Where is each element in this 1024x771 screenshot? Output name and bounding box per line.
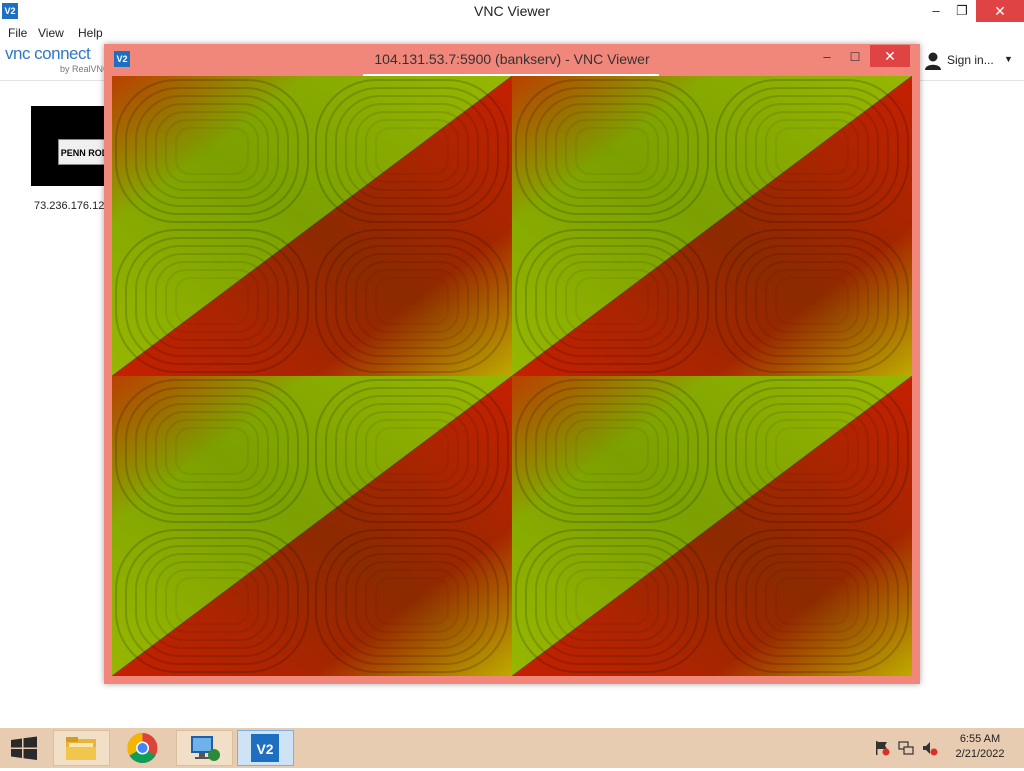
remote-desktop-canvas[interactable] — [112, 76, 912, 676]
address-book-label[interactable]: 73.236.176.12 — [34, 200, 104, 212]
session-window: 104.131.53.7:5900 (bankserv) - VNC Viewe… — [104, 44, 920, 684]
vnc-connect-logo-sub: by RealVNC — [60, 64, 110, 74]
remote-desktop-icon — [191, 736, 220, 761]
sign-in-label: Sign in... — [947, 53, 994, 67]
main-restore-button[interactable]: ❐ — [950, 0, 974, 22]
chevron-down-icon: ▼ — [1004, 54, 1013, 64]
taskbar-remote-desktop[interactable] — [176, 730, 233, 766]
menu-help[interactable]: Help — [78, 23, 103, 43]
action-center-flag-icon[interactable] — [874, 740, 890, 756]
taskbar-google-chrome[interactable] — [114, 730, 171, 766]
system-clock[interactable]: 6:55 AM 2/21/2022 — [948, 732, 1012, 762]
vnc-connect-logo: vnc connect — [5, 44, 91, 63]
windows-start-icon[interactable] — [0, 728, 48, 768]
folder-icon — [66, 737, 96, 760]
session-minimize-button[interactable]: – — [816, 46, 838, 68]
network-icon[interactable] — [898, 740, 914, 756]
volume-muted-icon[interactable] — [922, 740, 938, 756]
remote-screen-pattern — [112, 76, 912, 676]
taskbar: V2 6:55 AM 2/21/2022 — [0, 728, 1024, 768]
main-window-title: VNC Viewer — [474, 3, 550, 19]
menu-view[interactable]: View — [38, 23, 64, 43]
menu-file[interactable]: File — [8, 23, 27, 43]
main-titlebar: V2 VNC Viewer – ❐ ✕ — [0, 0, 1024, 23]
clock-date: 2/21/2022 — [955, 748, 1005, 760]
session-close-button[interactable]: ✕ — [870, 45, 910, 67]
session-maximize-button[interactable]: ☐ — [844, 46, 866, 68]
svg-text:V2: V2 — [256, 741, 273, 757]
main-close-button[interactable]: ✕ — [976, 0, 1024, 22]
main-minimize-button[interactable]: – — [922, 0, 950, 22]
vnc-viewer-icon: V2 — [251, 734, 279, 762]
taskbar-file-explorer[interactable] — [53, 730, 110, 766]
chrome-icon — [127, 733, 158, 764]
menu-bar: File View Help — [0, 23, 1024, 43]
session-window-title: 104.131.53.7:5900 (bankserv) - VNC Viewe… — [374, 51, 650, 67]
address-book-thumbnail[interactable]: PENN ROD & GUN — [31, 106, 111, 186]
vnc-viewer-app-icon: V2 — [114, 51, 130, 67]
user-icon — [925, 52, 941, 70]
clock-time: 6:55 AM — [959, 733, 1001, 745]
taskbar-vnc-viewer[interactable]: V2 — [237, 730, 294, 766]
